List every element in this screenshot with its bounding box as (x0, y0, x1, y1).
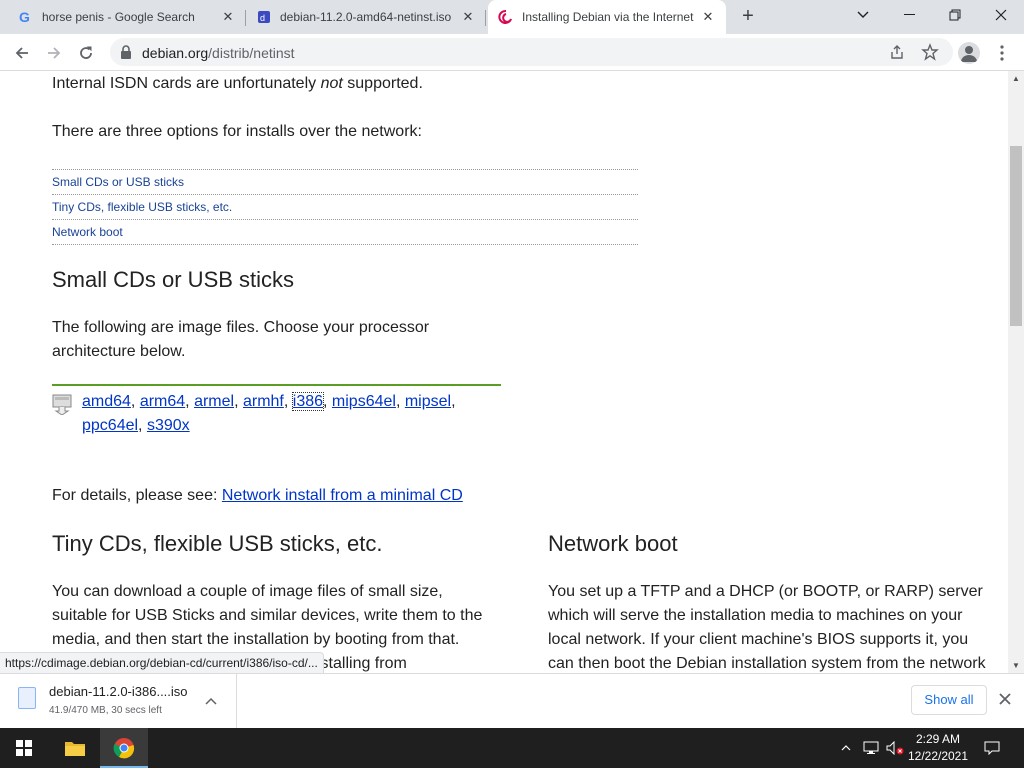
network-boot-heading: Network boot (548, 531, 678, 556)
tab-search-icon[interactable] (840, 0, 886, 30)
url-text: debian.org/distrib/netinst (142, 45, 295, 61)
architecture-box: amd64, arm64, armel, armhf, i386, mips64… (52, 384, 501, 438)
cd-download-icon (52, 393, 74, 416)
details-line: For details, please see: Network install… (52, 487, 463, 504)
arch-link-armhf[interactable]: armhf (243, 393, 284, 410)
chevron-up-icon[interactable] (205, 692, 217, 710)
chrome-icon[interactable] (100, 728, 148, 768)
tray-chevron-icon[interactable] (836, 728, 856, 768)
tab-debian-iso[interactable]: d debian-11.2.0-amd64-netinst.iso ✕ (246, 0, 486, 34)
close-tab-icon[interactable]: ✕ (220, 9, 236, 25)
network-boot-text: You set up a TFTP and a DHCP (or BOOTP, … (548, 583, 986, 672)
options-intro: There are three options for installs ove… (52, 123, 422, 140)
tab-title: horse penis - Google Search (42, 10, 195, 24)
arch-link-mipsel[interactable]: mipsel (405, 393, 451, 410)
forward-button[interactable] (40, 39, 68, 67)
arch-link-armel[interactable]: armel (194, 393, 234, 410)
tiny-cds-heading: Tiny CDs, flexible USB sticks, etc. (52, 531, 383, 556)
profile-avatar-icon[interactable] (958, 42, 980, 64)
tab-title: Installing Debian via the Internet (522, 10, 694, 24)
close-shelf-icon[interactable] (998, 692, 1012, 711)
download-item[interactable]: debian-11.2.0-i386....iso 41.9/470 MB, 3… (0, 674, 237, 728)
download-filename: debian-11.2.0-i386....iso (49, 684, 188, 699)
google-icon: G (18, 9, 34, 25)
back-button[interactable] (8, 39, 36, 67)
tab-strip: G horse penis - Google Search ✕ d debian… (0, 0, 1024, 34)
lock-icon[interactable] (120, 45, 132, 64)
notification-icon[interactable] (980, 728, 1004, 768)
debian-swirl-icon (498, 9, 514, 25)
windows-logo-icon (16, 740, 32, 756)
arch-link-i386[interactable]: i386 (291, 392, 325, 411)
scrollbar-thumb[interactable] (1010, 146, 1022, 326)
reload-button[interactable] (72, 39, 100, 67)
taskbar-clock[interactable]: 2:29 AM 12/22/2021 (900, 731, 976, 765)
arch-link-mips64el[interactable]: mips64el (332, 393, 396, 410)
browser-menu-icon[interactable] (993, 44, 1011, 62)
toc-item: Network boot (52, 220, 638, 245)
start-button[interactable] (0, 728, 48, 768)
small-cds-heading: Small CDs or USB sticks (52, 267, 295, 292)
bookmark-star-icon[interactable] (921, 43, 939, 66)
close-tab-icon[interactable]: ✕ (700, 9, 716, 25)
minimal-cd-link[interactable]: Network install from a minimal CD (222, 487, 463, 504)
show-all-button[interactable]: Show all (911, 685, 987, 715)
scroll-up-icon[interactable]: ▲ (1012, 74, 1020, 83)
network-icon[interactable] (860, 728, 882, 768)
svg-text:G: G (19, 9, 30, 25)
toc-item: Tiny CDs, flexible USB sticks, etc. (52, 195, 638, 220)
close-window-button[interactable] (978, 0, 1024, 30)
tab-title: debian-11.2.0-amd64-netinst.iso (280, 10, 452, 24)
arch-link-ppc64el[interactable]: ppc64el (82, 417, 138, 434)
toc-link-network-boot[interactable]: Network boot (52, 225, 123, 239)
page-content: Internal ISDN cards are unfortunately no… (0, 71, 1008, 673)
debian-dir-icon: d (256, 9, 272, 25)
clock-time: 2:29 AM (915, 732, 961, 746)
restore-button[interactable] (932, 0, 978, 30)
file-icon (18, 687, 36, 709)
small-cds-intro: The following are image files. Choose yo… (52, 319, 430, 360)
arch-link-amd64[interactable]: amd64 (82, 393, 131, 410)
toc-link-tiny-cds[interactable]: Tiny CDs, flexible USB sticks, etc. (52, 200, 232, 214)
share-icon[interactable] (889, 44, 905, 65)
arch-link-s390x[interactable]: s390x (147, 417, 190, 434)
download-shelf: debian-11.2.0-i386....iso 41.9/470 MB, 3… (0, 673, 1024, 728)
toc-item: Small CDs or USB sticks (52, 170, 638, 195)
minimize-button[interactable] (886, 0, 932, 30)
isdn-note: Internal ISDN cards are unfortunately no… (52, 75, 423, 92)
status-bubble-url: https://cdimage.debian.org/debian-cd/cur… (0, 652, 324, 673)
file-explorer-icon[interactable] (51, 728, 99, 768)
arch-link-arm64[interactable]: arm64 (140, 393, 185, 410)
clock-date: 12/22/2021 (907, 749, 969, 763)
windows-taskbar: 2:29 AM 12/22/2021 (0, 728, 1024, 768)
address-bar[interactable]: debian.org/distrib/netinst (110, 38, 953, 66)
new-tab-button[interactable]: + (736, 5, 760, 29)
tab-installing-debian[interactable]: Installing Debian via the Internet ✕ (488, 0, 726, 34)
browser-toolbar: debian.org/distrib/netinst (0, 34, 1024, 71)
close-tab-icon[interactable]: ✕ (460, 9, 476, 25)
tab-google-search[interactable]: G horse penis - Google Search ✕ (8, 0, 246, 34)
architecture-list: amd64, arm64, armel, armhf, i386, mips64… (82, 392, 456, 434)
svg-text:d: d (260, 13, 265, 23)
scroll-down-icon[interactable]: ▼ (1012, 661, 1020, 670)
download-progress: 41.9/470 MB, 30 secs left (49, 705, 162, 716)
page-scrollbar[interactable]: ▲ ▼ (1008, 71, 1024, 673)
table-of-contents: Small CDs or USB sticks Tiny CDs, flexib… (52, 169, 638, 245)
toc-link-small-cds[interactable]: Small CDs or USB sticks (52, 175, 184, 189)
